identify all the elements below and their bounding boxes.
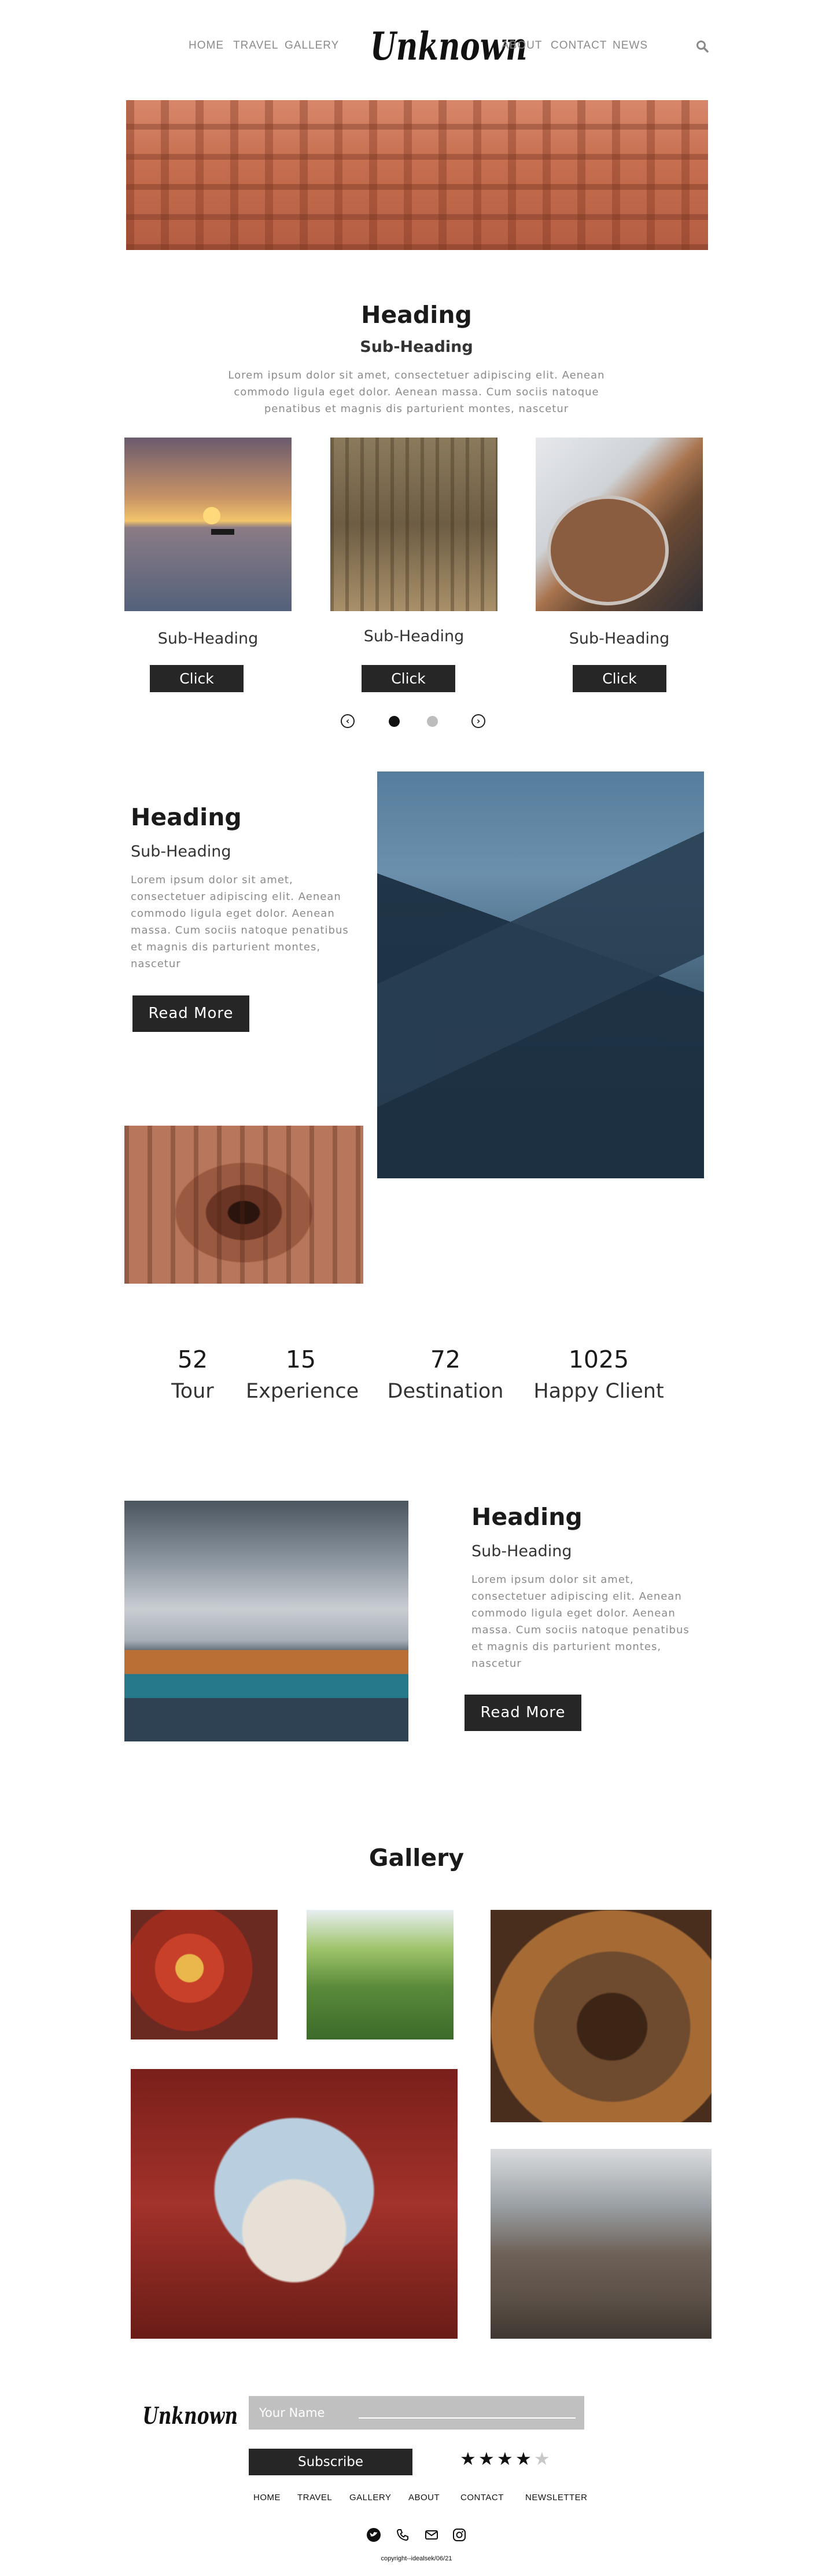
intro-subheading: Sub-Heading	[360, 338, 473, 356]
feature2-subheading: Sub-Heading	[471, 1542, 572, 1560]
nav-news[interactable]: NEWS	[613, 39, 648, 52]
name-input[interactable]	[259, 2404, 352, 2421]
footer-nav-contact[interactable]: CONTACT	[460, 2493, 504, 2502]
card-click-button[interactable]: Click	[362, 665, 455, 692]
carousel-dot-active[interactable]	[389, 716, 400, 727]
site-logo[interactable]: Unknown	[370, 23, 528, 69]
nav-contact[interactable]: CONTACT	[551, 39, 607, 52]
card-subheading: Sub-Heading	[569, 630, 670, 648]
intro-text-line2: commodo ligula eget dolor. Aenean massa.…	[234, 386, 599, 398]
gallery-image-mountain-lake[interactable]	[491, 2149, 712, 2339]
stat-tour-label: Tour	[171, 1380, 214, 1403]
footer-nav-home[interactable]: HOME	[253, 2493, 281, 2502]
stepwell-image	[124, 1126, 363, 1284]
text-line: nascetur	[471, 1658, 522, 1670]
nav-travel[interactable]: TRAVEL	[233, 39, 279, 52]
card-subheading: Sub-Heading	[363, 627, 465, 645]
feature2-heading: Heading	[471, 1503, 583, 1531]
star-empty-icon[interactable]: ★	[534, 2449, 550, 2470]
feature2-read-more-button[interactable]: Read More	[465, 1695, 581, 1731]
twitter-icon[interactable]	[366, 2527, 381, 2542]
feature2-text: Lorem ipsum dolor sit amet, consectetuer…	[471, 1571, 703, 1672]
feature1-read-more-button[interactable]: Read More	[132, 995, 249, 1032]
mountain-image	[377, 771, 704, 1178]
footer-nav-newsletter[interactable]: NEWSLETTER	[525, 2493, 588, 2502]
text-line: et magnis dis parturient montes,	[131, 941, 321, 953]
feature1-subheading: Sub-Heading	[131, 843, 231, 861]
boat-shape	[211, 529, 234, 535]
plate-shape	[547, 495, 669, 605]
text-line: et magnis dis parturient montes,	[471, 1641, 662, 1653]
text-line: massa. Cum sociis natoque penatibus	[131, 924, 349, 936]
feature1-heading: Heading	[131, 803, 242, 831]
footer-nav-about[interactable]: ABOUT	[408, 2493, 440, 2502]
star-filled-icon[interactable]: ★	[515, 2449, 532, 2470]
mail-icon[interactable]	[424, 2527, 439, 2542]
gallery-image-taj-mahal[interactable]	[131, 2069, 458, 2339]
hero-image-palace	[126, 100, 708, 250]
subscribe-button[interactable]: Subscribe	[249, 2449, 412, 2475]
gallery-image-village-path[interactable]	[307, 1910, 454, 2040]
carousel-dot[interactable]	[427, 716, 438, 727]
stat-happy-client-label: Happy Client	[533, 1380, 664, 1403]
nav-home[interactable]: HOME	[189, 39, 224, 52]
feature1-text: Lorem ipsum dolor sit amet, consectetuer…	[131, 872, 362, 972]
card-click-button[interactable]: Click	[150, 665, 244, 692]
text-line: consectetuer adipiscing elit. Aenean	[131, 891, 341, 903]
name-field-container	[249, 2396, 584, 2430]
text-line: commodo ligula eget dolor. Aenean	[471, 1607, 676, 1619]
star-filled-icon[interactable]: ★	[497, 2449, 513, 2470]
text-line: Lorem ipsum dolor sit amet,	[131, 874, 293, 886]
boats-image	[124, 1501, 408, 1741]
stat-experience-value: 15	[285, 1346, 316, 1373]
footer-nav-gallery[interactable]: GALLERY	[349, 2493, 391, 2502]
card-image-tea-plate	[536, 438, 703, 611]
text-line: consectetuer adipiscing elit. Aenean	[471, 1590, 682, 1603]
text-line: nascetur	[131, 958, 181, 970]
gallery-image-prayer-wheels[interactable]	[491, 1910, 712, 2122]
card-subheading: Sub-Heading	[157, 630, 259, 648]
intro-text-line1: Lorem ipsum dolor sit amet, consectetuer…	[228, 369, 605, 381]
nav-about[interactable]: ABOUT	[502, 39, 542, 52]
star-filled-icon[interactable]: ★	[460, 2449, 476, 2470]
text-line: commodo ligula eget dolor. Aenean	[131, 907, 335, 920]
card-click-button[interactable]: Click	[573, 665, 666, 692]
stat-destination-label: Destination	[387, 1380, 504, 1403]
star-filled-icon[interactable]: ★	[478, 2449, 495, 2470]
input-underline	[359, 2417, 576, 2419]
footer-logo[interactable]: Unknown	[143, 2402, 238, 2431]
gallery-title: Gallery	[368, 1844, 465, 1872]
text-line: massa. Cum sociis natoque penatibus	[471, 1624, 690, 1636]
instagram-icon[interactable]	[452, 2527, 467, 2542]
carousel-next-icon[interactable]: ›	[471, 714, 485, 728]
gallery-image-theyyam[interactable]	[131, 1910, 278, 2040]
phone-icon[interactable]	[395, 2527, 410, 2542]
nav-gallery[interactable]: GALLERY	[285, 39, 339, 52]
text-line: Lorem ipsum dolor sit amet,	[471, 1574, 634, 1586]
stat-tour-value: 52	[177, 1346, 208, 1373]
stat-destination-value: 72	[430, 1346, 461, 1373]
search-icon[interactable]	[695, 39, 709, 53]
sun-shape	[203, 507, 220, 524]
stat-experience-label: Experience	[246, 1380, 359, 1403]
card-image-sunset-boat	[124, 438, 292, 611]
footer-nav-travel[interactable]: TRAVEL	[297, 2493, 332, 2502]
carousel-prev-icon[interactable]: ‹	[341, 714, 355, 728]
copyright-text: copyright--idealsek/06/21	[381, 2555, 452, 2562]
intro-heading: Heading	[361, 301, 472, 329]
stat-happy-client-value: 1025	[568, 1346, 629, 1373]
card-image-market	[330, 438, 497, 611]
intro-text-line3: penatibus et magnis dis parturient monte…	[264, 403, 569, 415]
